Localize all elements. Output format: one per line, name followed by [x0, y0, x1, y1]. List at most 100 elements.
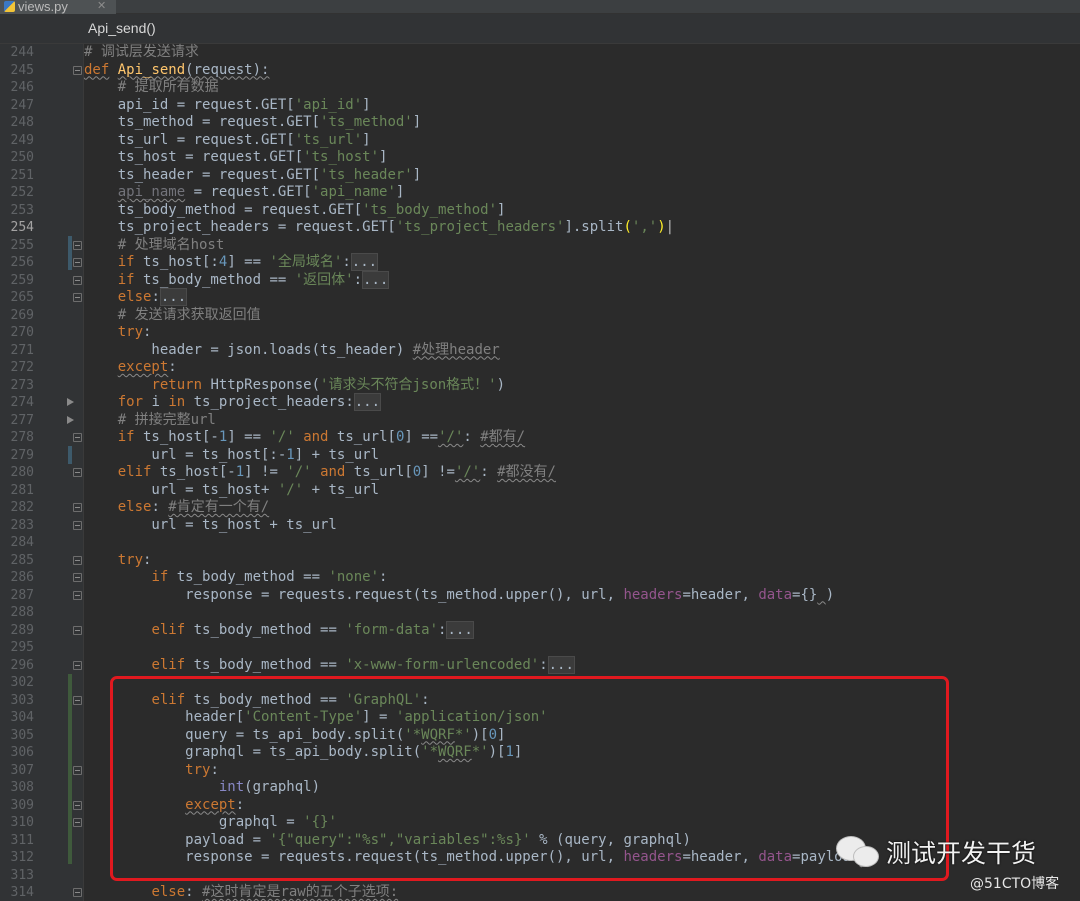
fold-toggle-icon[interactable] [73, 625, 82, 635]
code-text[interactable]: ts_body_method = request.GET['ts_body_me… [84, 202, 506, 220]
code-line[interactable]: 251 ts_header = request.GET['ts_header'] [0, 167, 1080, 185]
code-text[interactable]: ts_method = request.GET['ts_method'] [84, 114, 421, 132]
fold-toggle-icon[interactable] [73, 468, 82, 477]
code-text[interactable]: api_id = request.GET['api_id'] [84, 97, 371, 115]
fold-toggle-icon[interactable] [73, 293, 82, 302]
code-text[interactable]: ts_url = request.GET['ts_url'] [84, 132, 371, 150]
code-line[interactable]: 259 if ts_body_method == '返回体':... [0, 270, 1080, 290]
code-line[interactable]: 270 try: [0, 324, 1080, 342]
code-line[interactable]: 284 [0, 534, 1080, 552]
code-line[interactable]: 280 elif ts_host[-1] != '/' and ts_url[0… [0, 464, 1080, 482]
fold-toggle-icon[interactable] [73, 520, 82, 530]
code-line[interactable]: 271 header = json.loads(ts_header) #处理he… [0, 342, 1080, 360]
code-line[interactable]: 277 # 拼接完整url [0, 412, 1080, 430]
code-line[interactable]: 254 ts_project_headers = request.GET['ts… [0, 219, 1080, 237]
line-number: 253 [10, 202, 34, 218]
fold-toggle-icon[interactable] [73, 275, 82, 285]
code-line[interactable]: 248 ts_method = request.GET['ts_method'] [0, 114, 1080, 132]
code-line[interactable]: 295 [0, 639, 1080, 657]
code-text[interactable]: elif ts_body_method == 'form-data':... [84, 620, 474, 640]
code-text[interactable]: else: #肯定有一个有/ [84, 499, 269, 517]
code-line[interactable]: 283 url = ts_host + ts_url [0, 517, 1080, 535]
breakpoint-arrow-icon[interactable] [67, 415, 74, 424]
code-line[interactable]: 255 # 处理域名host [0, 237, 1080, 255]
fold-toggle-icon[interactable] [73, 573, 82, 582]
line-number: 289 [10, 622, 34, 638]
code-line[interactable]: 287 response = requests.request(ts_metho… [0, 587, 1080, 605]
code-text[interactable]: url = ts_host+ '/' + ts_url [84, 482, 379, 500]
code-text[interactable]: # 拼接完整url [84, 412, 216, 430]
code-text[interactable]: # 调试层发送请求 [84, 44, 199, 62]
code-line[interactable]: 278 if ts_host[-1] == '/' and ts_url[0] … [0, 429, 1080, 447]
watermark-text: 测试开发干货 [886, 839, 1037, 868]
code-text[interactable]: elif ts_host[-1] != '/' and ts_url[0] !=… [84, 464, 556, 482]
code-text[interactable]: try: [84, 324, 152, 342]
code-text[interactable]: elif ts_body_method == 'x-www-form-urlen… [84, 655, 575, 675]
line-number: 248 [10, 115, 34, 130]
fold-toggle-icon[interactable] [73, 590, 82, 600]
code-text[interactable]: header = json.loads(ts_header) #处理header [84, 342, 499, 360]
code-text[interactable]: api_name = request.GET['api_name'] [84, 184, 405, 202]
fold-toggle-icon[interactable] [73, 800, 82, 810]
code-text[interactable]: url = ts_host[:-1] + ts_url [84, 447, 379, 465]
code-line[interactable]: 245 def Api_send(request): [0, 62, 1080, 80]
fold-toggle-icon[interactable] [73, 240, 82, 250]
fold-toggle-icon[interactable] [73, 765, 82, 775]
code-text[interactable]: if ts_body_method == 'none': [84, 569, 387, 587]
code-text[interactable]: else:... [84, 288, 188, 307]
fold-toggle-icon[interactable] [73, 888, 82, 897]
fold-toggle-icon[interactable] [73, 695, 82, 705]
line-number: 250 [10, 150, 34, 165]
code-text[interactable]: url = ts_host + ts_url [84, 517, 336, 535]
code-line[interactable]: 250 ts_host = request.GET['ts_host'] [0, 149, 1080, 167]
code-line[interactable]: 279 url = ts_host[:-1] + ts_url [0, 447, 1080, 465]
code-line[interactable]: 285 try: [0, 552, 1080, 570]
breakpoint-arrow-icon[interactable] [67, 398, 74, 406]
code-line[interactable]: 289 elif ts_body_method == 'form-data':.… [0, 620, 1080, 640]
close-icon[interactable]: ✕ [97, 0, 106, 12]
code-text[interactable]: # 提取所有数据 [84, 79, 219, 97]
fold-toggle-icon[interactable] [73, 818, 82, 827]
fold-toggle-icon[interactable] [73, 433, 82, 442]
code-text[interactable]: # 发送请求获取返回值 [84, 307, 261, 325]
tab-views-py[interactable]: views.py ✕ [0, 0, 116, 14]
code-line[interactable]: 256 if ts_host[:4] == '全局域名':... [0, 253, 1080, 272]
code-text[interactable]: return HttpResponse('请求头不符合json格式！') [84, 377, 505, 395]
code-text[interactable]: except: [84, 359, 177, 377]
code-text[interactable]: if ts_host[:4] == '全局域名':... [84, 253, 379, 272]
code-line[interactable]: 249 ts_url = request.GET['ts_url'] [0, 132, 1080, 150]
code-line[interactable]: 274 for i in ts_project_headers:... [0, 393, 1080, 412]
code-line[interactable]: 247 api_id = request.GET['api_id'] [0, 97, 1080, 115]
code-line[interactable]: 288 [0, 604, 1080, 622]
code-line[interactable]: 296 elif ts_body_method == 'x-www-form-u… [0, 655, 1080, 675]
code-text[interactable]: # 处理域名host [84, 237, 225, 255]
code-text[interactable]: ts_host = request.GET['ts_host'] [84, 149, 388, 167]
code-line[interactable]: 244 # 调试层发送请求 [0, 44, 1080, 62]
fold-toggle-icon[interactable] [73, 503, 82, 512]
fold-toggle-icon[interactable] [73, 660, 82, 670]
code-line[interactable]: 281 url = ts_host+ '/' + ts_url [0, 482, 1080, 500]
code-line[interactable]: 314 else: #这时肯定是raw的五个子选项: [0, 884, 1080, 901]
code-line[interactable]: 265 else:... [0, 288, 1080, 307]
fold-toggle-icon[interactable] [73, 555, 82, 565]
breadcrumb-item-api-send[interactable]: Api_send() [88, 20, 156, 36]
code-text[interactable]: def Api_send(request): [84, 62, 269, 80]
code-line[interactable]: 253 ts_body_method = request.GET['ts_bod… [0, 202, 1080, 220]
code-text[interactable]: ts_header = request.GET['ts_header'] [84, 167, 421, 185]
code-text[interactable]: response = requests.request(ts_method.up… [84, 587, 834, 605]
code-line[interactable]: 273 return HttpResponse('请求头不符合json格式！') [0, 377, 1080, 395]
code-text[interactable]: else: #这时肯定是raw的五个子选项: [84, 884, 398, 901]
code-text[interactable]: try: [84, 552, 152, 570]
fold-toggle-icon[interactable] [73, 65, 82, 75]
code-text[interactable]: for i in ts_project_headers:... [84, 393, 382, 412]
code-line[interactable]: 269 # 发送请求获取返回值 [0, 307, 1080, 325]
fold-toggle-icon[interactable] [73, 258, 82, 267]
code-text[interactable]: ts_project_headers = request.GET['ts_pro… [84, 219, 674, 237]
code-text[interactable]: if ts_body_method == '返回体':... [84, 270, 390, 290]
code-line[interactable]: 286 if ts_body_method == 'none': [0, 569, 1080, 587]
code-line[interactable]: 246 # 提取所有数据 [0, 79, 1080, 97]
code-line[interactable]: 252 api_name = request.GET['api_name'] [0, 184, 1080, 202]
code-line[interactable]: 272 except: [0, 359, 1080, 377]
code-line[interactable]: 282 else: #肯定有一个有/ [0, 499, 1080, 517]
code-text[interactable]: if ts_host[-1] == '/' and ts_url[0] =='/… [84, 429, 525, 447]
